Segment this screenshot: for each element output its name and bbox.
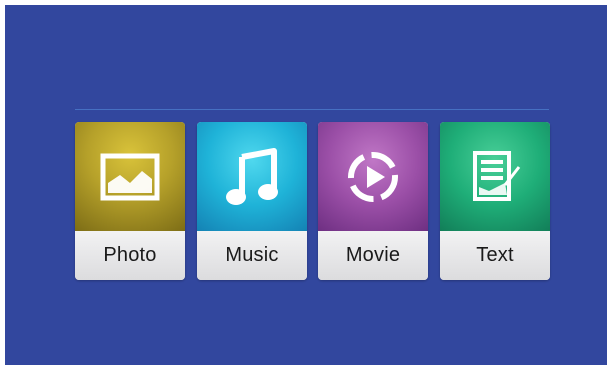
music-tile[interactable]: Music bbox=[197, 122, 307, 280]
movie-label: Movie bbox=[345, 244, 401, 266]
text-tile-art bbox=[440, 122, 550, 231]
top-divider bbox=[75, 109, 549, 110]
document-edit-icon bbox=[473, 150, 521, 201]
photo-tile-art bbox=[75, 122, 185, 231]
photo-tile[interactable]: Photo bbox=[75, 122, 185, 280]
movie-tile-art bbox=[318, 122, 428, 231]
photo-label: Photo bbox=[103, 244, 157, 266]
text-label: Text bbox=[476, 244, 514, 266]
music-label: Music bbox=[225, 244, 279, 266]
music-label-box: Music bbox=[197, 231, 307, 280]
music-note-icon bbox=[226, 147, 278, 205]
movie-label-box: Movie bbox=[318, 231, 428, 280]
photo-icon bbox=[100, 153, 160, 200]
text-tile[interactable]: Text bbox=[440, 122, 550, 280]
music-tile-art bbox=[197, 122, 307, 231]
play-circle-icon bbox=[348, 151, 398, 202]
photo-label-box: Photo bbox=[75, 231, 185, 280]
movie-tile[interactable]: Movie bbox=[318, 122, 428, 280]
media-menu-screen: Photo Music Movie Text bbox=[5, 5, 607, 365]
text-label-box: Text bbox=[440, 231, 550, 280]
